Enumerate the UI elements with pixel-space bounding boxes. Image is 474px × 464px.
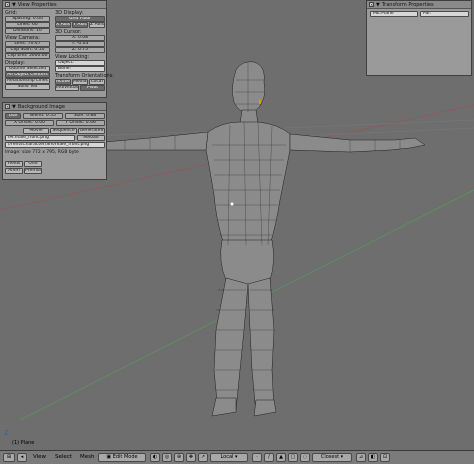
occlude-toggle[interactable]: ▢ (288, 453, 298, 462)
shading-selector[interactable]: ◐ (150, 453, 160, 462)
chevron-down-icon: ▼ (12, 103, 16, 110)
use-toggle[interactable]: Use (5, 113, 21, 119)
3d-cursor (230, 202, 234, 206)
y-offset-field[interactable]: Y Offset: 0.06 (56, 120, 105, 126)
anim-toggle[interactable]: Anim (5, 168, 23, 174)
3d-view-header: ⊞ ◂ View Select Mesh ▣ Edit Mode ◐ ◎ ⊕ ✥… (0, 450, 474, 464)
transform-properties-title: Transform Properties (381, 1, 434, 8)
z-axis-glyph: Z (4, 430, 9, 437)
proportional-edit-toggle[interactable]: ◌ (300, 453, 310, 462)
close-icon[interactable]: × (5, 2, 10, 7)
lock-bone-field[interactable]: Bone: (55, 66, 105, 72)
orientation-selector[interactable]: Local ▾ (210, 453, 248, 462)
chevron-down-icon: ▼ (12, 1, 16, 8)
individual-toggle[interactable]: Individual (55, 85, 79, 91)
mode-selector[interactable]: ▣ Edit Mode (98, 453, 146, 462)
mode-selector-label: Edit Mode (112, 454, 138, 460)
odd-toggle[interactable]: Odd (24, 161, 42, 167)
editor-type-button[interactable]: ⊞ (3, 453, 15, 462)
select-menu[interactable]: Select (55, 454, 72, 460)
view-properties-panel: × ▼ View Properties Grid: Spacing: 0.00 … (2, 0, 114, 98)
snap-magnet-icon[interactable]: ⊿ (356, 453, 366, 462)
close-icon[interactable]: × (5, 104, 10, 109)
mesh-menu[interactable]: Mesh (80, 454, 94, 460)
movie-button[interactable]: Movie (23, 128, 49, 134)
translate-manipulator-icon[interactable]: ↗ (198, 453, 208, 462)
cursor-z-field[interactable]: Z: 0.75 (55, 47, 105, 53)
render-icon[interactable]: ◧ (368, 453, 378, 462)
manipulator-toggle[interactable]: ✥ (186, 453, 196, 462)
view-menu[interactable]: View (33, 454, 46, 460)
image-name-field[interactable]: IM:male_front.png (5, 135, 75, 141)
divisions-field[interactable]: Divisions: 10 (5, 28, 50, 34)
snap-toggle[interactable]: ⊕ (174, 453, 184, 462)
close-icon[interactable]: × (369, 2, 374, 7)
character-mesh (94, 61, 426, 417)
fields-toggle[interactable]: Fields (5, 161, 23, 167)
camera-icon[interactable]: ⊡ (380, 453, 390, 462)
x-axis-toggle[interactable]: X Axis (55, 22, 71, 28)
selection-marker (259, 100, 261, 104)
view-properties-titlebar[interactable]: × ▼ View Properties (3, 1, 106, 9)
image-path-field[interactable]: //rentsCharacter/Sm/male_front.png (5, 142, 105, 148)
clip-end-field[interactable]: Clip End: 5000.00 (5, 53, 50, 59)
edit-mode-icon: ▣ (106, 454, 112, 460)
falloff-selector[interactable]: Closest ▾ (312, 453, 352, 462)
background-image-title: Background Image (17, 103, 65, 110)
transform-properties-titlebar[interactable]: × ▼ Transform Properties (367, 1, 471, 9)
collapse-menu-button[interactable]: ◂ (17, 453, 27, 462)
z-axis-toggle[interactable]: Z Axis (89, 22, 105, 28)
chevron-down-icon: ▼ (376, 1, 380, 8)
face-select-mode[interactable]: ▲ (276, 453, 286, 462)
mesh-name-field[interactable]: ME:Plane (370, 11, 418, 17)
axis-gizmo: Z (4, 430, 8, 437)
transform-properties-panel: × ▼ Transform Properties ME:Plane Par: (366, 0, 472, 76)
size-field[interactable]: Size: 0.88 (65, 113, 105, 119)
solid-tex-toggle[interactable]: Solid Tex (5, 84, 50, 90)
edge-select-mode[interactable]: / (264, 453, 274, 462)
parent-field[interactable]: Par: (420, 11, 469, 17)
background-image-panel: × ▼ Background Image Use Blend: 0.55 Siz… (2, 102, 107, 180)
view-properties-title: View Properties (17, 1, 57, 8)
y-axis-toggle[interactable]: Y Axis (72, 22, 88, 28)
reload-button[interactable]: Reload (77, 135, 105, 141)
vertex-select-mode[interactable]: · (252, 453, 262, 462)
sequence-button[interactable]: Sequence (50, 128, 77, 134)
image-info-label: Image: size 772 x 795, RGB byte (5, 150, 79, 155)
background-image-titlebar[interactable]: × ▼ Background Image (3, 103, 106, 111)
orientation-label: Local (220, 454, 234, 460)
pivot-toggle[interactable]: Pivot (80, 85, 105, 91)
pivot-selector[interactable]: ◎ (162, 453, 172, 462)
blend-field[interactable]: Blend: 0.55 (23, 113, 63, 119)
object-name-label: (1) Plane (12, 440, 35, 446)
falloff-label: Closest (320, 454, 340, 460)
generated-button[interactable]: Generated (78, 128, 105, 134)
x-offset-field[interactable]: X Offset: 0.00 (5, 120, 54, 126)
premul-toggle[interactable]: Premul (24, 168, 42, 174)
